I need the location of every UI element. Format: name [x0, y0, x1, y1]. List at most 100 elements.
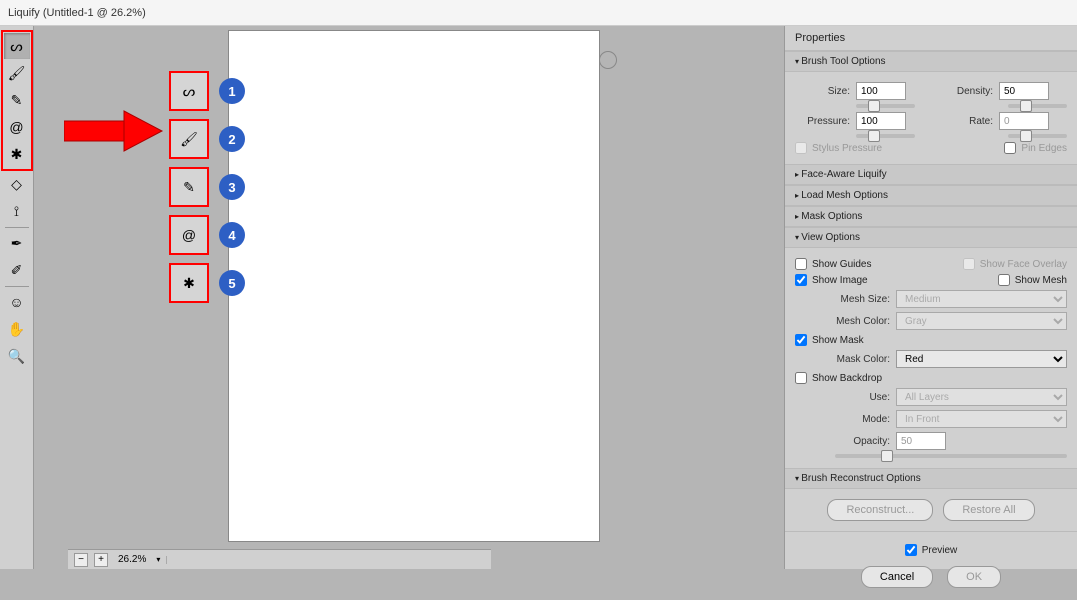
toolbar-highlight-group: ᔕ 🖌 ✎ @ ✱: [1, 30, 33, 171]
opacity-label: Opacity:: [835, 436, 890, 447]
opacity-input: [896, 432, 946, 450]
callout-row: ᔕ 1: [169, 71, 245, 111]
brush-tool-body: Size: Density: Pressure: Rate:: [785, 72, 1077, 164]
face-icon: ☺: [9, 295, 23, 309]
zoom-icon: 🔍: [8, 349, 25, 363]
callout-badge: 3: [219, 174, 245, 200]
section-face-aware[interactable]: Face-Aware Liquify: [785, 164, 1077, 185]
mask-color-label: Mask Color:: [835, 354, 890, 365]
ok-button: OK: [947, 566, 1001, 588]
show-backdrop-label: Show Backdrop: [812, 373, 882, 384]
smooth-icon: ✎: [11, 93, 23, 107]
warp-icon: ᔕ: [10, 39, 22, 53]
size-label: Size:: [795, 86, 850, 97]
pin-edges-checkbox[interactable]: [1004, 142, 1016, 154]
show-mask-label: Show Mask: [812, 335, 864, 346]
bloat-icon: ◇: [11, 177, 22, 191]
callout-row: @ 4: [169, 215, 245, 255]
artboard[interactable]: [229, 31, 599, 541]
mask-color-select[interactable]: Red: [896, 350, 1067, 368]
twirl-tool[interactable]: @: [4, 114, 30, 140]
forward-warp-tool[interactable]: ᔕ: [4, 33, 30, 59]
twirl-icon: @: [182, 228, 196, 242]
callout-thumb-twirl: @: [169, 215, 209, 255]
use-select: All Layers: [896, 388, 1067, 406]
pressure-input[interactable]: [856, 112, 906, 130]
rate-input: [999, 112, 1049, 130]
reconstruct-button: Reconstruct...: [827, 499, 933, 521]
freeze-mask-tool[interactable]: ✒: [4, 230, 30, 256]
left-toolbar: ᔕ 🖌 ✎ @ ✱ ◇ ⟟ ✒ ✐ ☺ ✋ 🔍: [0, 26, 34, 569]
main-area: ᔕ 🖌 ✎ @ ✱ ◇ ⟟ ✒ ✐ ☺ ✋ 🔍 ᔕ 1: [0, 26, 1077, 569]
hand-icon: ✋: [8, 322, 25, 336]
restore-all-button: Restore All: [943, 499, 1034, 521]
zoom-level[interactable]: 26.2%: [114, 554, 150, 565]
show-guides-checkbox[interactable]: [795, 258, 807, 270]
section-reconstruct[interactable]: Brush Reconstruct Options: [785, 468, 1077, 489]
status-bar: − + 26.2% ▾: [68, 549, 491, 569]
callout-thumb-reconstruct: 🖌: [169, 119, 209, 159]
toolbar-divider: [5, 286, 29, 287]
cancel-button[interactable]: Cancel: [861, 566, 933, 588]
warp-icon: ᔕ: [183, 84, 195, 98]
brush-icon: 🖌: [8, 66, 26, 80]
zoom-in-button[interactable]: +: [94, 553, 108, 567]
mode-label: Mode:: [835, 414, 890, 425]
bloat-tool[interactable]: ◇: [4, 171, 30, 197]
brush-cursor-guide: [599, 51, 617, 69]
show-face-overlay-checkbox: [963, 258, 975, 270]
push-left-tool[interactable]: ⟟: [4, 198, 30, 224]
callout-row: 🖌 2: [169, 119, 245, 159]
size-input[interactable]: [856, 82, 906, 100]
toolbar-divider: [5, 227, 29, 228]
callout-badge: 5: [219, 270, 245, 296]
canvas-area[interactable]: ᔕ 1 🖌 2 ✎ 3 @ 4 ✱ 5 − + 26.2%: [34, 26, 784, 569]
hand-tool[interactable]: ✋: [4, 316, 30, 342]
section-load-mesh[interactable]: Load Mesh Options: [785, 185, 1077, 206]
status-spacer: [166, 556, 485, 564]
density-input[interactable]: [999, 82, 1049, 100]
properties-title: Properties: [785, 26, 1077, 51]
smooth-tool[interactable]: ✎: [4, 87, 30, 113]
size-slider[interactable]: [856, 104, 915, 108]
push-icon: ⟟: [14, 204, 19, 218]
preview-label: Preview: [922, 545, 958, 556]
mesh-size-select: Medium: [896, 290, 1067, 308]
zoom-tool[interactable]: 🔍: [4, 343, 30, 369]
pressure-label: Pressure:: [795, 116, 850, 127]
show-face-overlay-label: Show Face Overlay: [980, 259, 1067, 270]
view-options-body: Show Guides Show Face Overlay Show Image…: [785, 248, 1077, 468]
callout-thumb-warp: ᔕ: [169, 71, 209, 111]
annotation-arrow: [64, 106, 164, 156]
pucker-icon: ✱: [183, 276, 195, 290]
callout-thumb-pucker: ✱: [169, 263, 209, 303]
section-mask-options[interactable]: Mask Options: [785, 206, 1077, 227]
reconstruct-tool[interactable]: 🖌: [4, 60, 30, 86]
thaw-mask-tool[interactable]: ✐: [4, 257, 30, 283]
preview-checkbox[interactable]: [905, 544, 917, 556]
window-title: Liquify (Untitled-1 @ 26.2%): [8, 7, 146, 19]
mesh-color-label: Mesh Color:: [835, 316, 890, 327]
annotation-callouts: ᔕ 1 🖌 2 ✎ 3 @ 4 ✱ 5: [169, 71, 245, 303]
show-mesh-checkbox[interactable]: [998, 274, 1010, 286]
window-titlebar: Liquify (Untitled-1 @ 26.2%): [0, 0, 1077, 26]
density-slider[interactable]: [1008, 104, 1067, 108]
stylus-label: Stylus Pressure: [812, 143, 882, 154]
pin-edges-label: Pin Edges: [1021, 143, 1067, 154]
reconstruct-body: Reconstruct... Restore All: [785, 489, 1077, 531]
rate-slider: [1008, 134, 1067, 138]
face-tool[interactable]: ☺: [4, 289, 30, 315]
opacity-slider: [835, 454, 1067, 458]
section-view-options[interactable]: View Options: [785, 227, 1077, 248]
pucker-tool[interactable]: ✱: [4, 141, 30, 167]
show-mask-checkbox[interactable]: [795, 334, 807, 346]
properties-panel: Properties Brush Tool Options Size: Dens…: [784, 26, 1077, 569]
show-backdrop-checkbox[interactable]: [795, 372, 807, 384]
show-image-checkbox[interactable]: [795, 274, 807, 286]
show-mesh-label: Show Mesh: [1015, 275, 1067, 286]
section-brush-tool-options[interactable]: Brush Tool Options: [785, 51, 1077, 72]
freeze-icon: ✒: [11, 236, 23, 250]
zoom-out-button[interactable]: −: [74, 553, 88, 567]
chevron-down-icon[interactable]: ▾: [156, 555, 160, 564]
pressure-slider[interactable]: [856, 134, 915, 138]
